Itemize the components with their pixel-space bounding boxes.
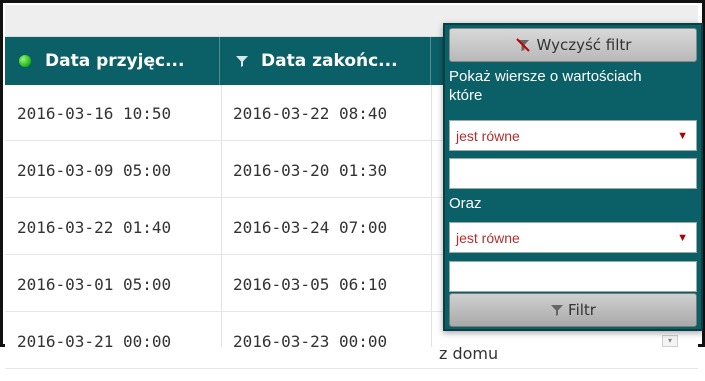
condition2-value: jest równe bbox=[456, 229, 520, 246]
filter-value1-input[interactable] bbox=[449, 158, 697, 189]
clear-filter-icon bbox=[515, 38, 530, 52]
condition1-value: jest równe bbox=[456, 127, 520, 144]
show-rows-label: Pokaż wiersze o wartościach które bbox=[449, 68, 642, 104]
start-date-cell: 2016-03-21 00:00 bbox=[17, 331, 172, 351]
column-divider bbox=[221, 85, 222, 347]
condition2-select[interactable]: jest równe ▼ bbox=[449, 222, 697, 253]
condition1-select[interactable]: jest równe ▼ bbox=[449, 120, 697, 151]
end-date-cell: 2016-03-23 00:00 bbox=[233, 331, 388, 351]
clear-filter-button[interactable]: Wyczyść filtr bbox=[449, 28, 697, 62]
start-date-cell: 2016-03-01 05:00 bbox=[17, 274, 172, 294]
column-divider bbox=[431, 85, 432, 347]
third-column-cell: z domu bbox=[439, 343, 499, 363]
start-date-cell: 2016-03-09 05:00 bbox=[17, 160, 172, 180]
filter-popup: Wyczyść filtr Pokaż wiersze o wartościac… bbox=[443, 23, 703, 331]
start-date-cell: 2016-03-16 10:50 bbox=[17, 103, 172, 123]
filter-funnel-icon bbox=[551, 305, 564, 316]
apply-filter-label: Filtr bbox=[568, 301, 596, 319]
apply-filter-button[interactable]: Filtr bbox=[449, 293, 697, 327]
end-date-cell: 2016-03-22 08:40 bbox=[233, 103, 388, 123]
column-header-label: Data zakońc... bbox=[261, 51, 398, 71]
column-header-label: Data przyjęc... bbox=[45, 51, 185, 71]
and-label: Oraz bbox=[449, 195, 482, 212]
cell-dropdown-icon[interactable]: ▾ bbox=[662, 335, 678, 347]
dropdown-arrow-icon: ▼ bbox=[677, 232, 688, 244]
start-date-cell: 2016-03-22 01:40 bbox=[17, 217, 172, 237]
end-date-cell: 2016-03-05 06:10 bbox=[233, 274, 388, 294]
status-indicator-icon bbox=[19, 55, 31, 67]
filter-value2-input[interactable] bbox=[449, 261, 697, 292]
column-header-end-date[interactable]: Data zakońc... bbox=[221, 37, 431, 85]
column-header-start-date[interactable]: Data przyjęc... bbox=[5, 37, 220, 85]
dropdown-arrow-icon: ▼ bbox=[677, 130, 688, 142]
end-date-cell: 2016-03-20 01:30 bbox=[233, 160, 388, 180]
filter-funnel-icon[interactable] bbox=[235, 54, 249, 68]
end-date-cell: 2016-03-24 07:00 bbox=[233, 217, 388, 237]
clear-filter-label: Wyczyść filtr bbox=[536, 36, 632, 54]
